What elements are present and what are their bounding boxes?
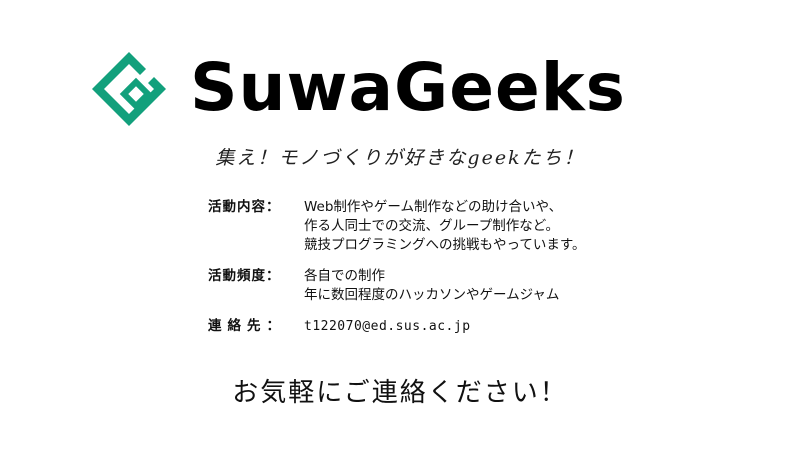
contact-label: 連絡先：	[208, 318, 286, 334]
contact-email[interactable]: t122070@ed.sus.ac.jp	[304, 317, 471, 336]
brand-title: SuwaGeeks	[190, 49, 626, 126]
info-section: 活動内容： Web制作やゲーム制作などの助け合いや、 作る人同士での交流、グルー…	[208, 198, 768, 348]
activity-line: 作る人同士での交流、グループ制作など。	[304, 218, 560, 234]
activity-line: 競技プログラミングへの挑戦もやっています。	[304, 237, 586, 253]
frequency-line: 年に数回程度のハッカソンやゲームジャム	[304, 287, 560, 303]
activity-line: Web制作やゲーム制作などの助け合いや、	[304, 199, 563, 215]
activity-value: Web制作やゲーム制作などの助け合いや、 作る人同士での交流、グループ制作など。…	[304, 198, 585, 255]
call-to-action: お気軽にご連絡ください！	[232, 378, 568, 408]
diamond-g-logo-icon	[92, 52, 166, 126]
activity-label: 活動内容：	[208, 199, 281, 215]
frequency-row: 活動頻度： 各自での制作 年に数回程度のハッカソンやゲームジャム	[208, 267, 768, 305]
activity-row: 活動内容： Web制作やゲーム制作などの助け合いや、 作る人同士での交流、グルー…	[208, 198, 768, 255]
contact-row: 連絡先： t122070@ed.sus.ac.jp	[208, 317, 768, 336]
frequency-label: 活動頻度：	[208, 268, 281, 284]
tagline: 集え！モノづくりが好きなgeekたち！	[215, 147, 585, 169]
frequency-value: 各自での制作 年に数回程度のハッカソンやゲームジャム	[304, 267, 559, 305]
frequency-line: 各自での制作	[304, 268, 385, 284]
